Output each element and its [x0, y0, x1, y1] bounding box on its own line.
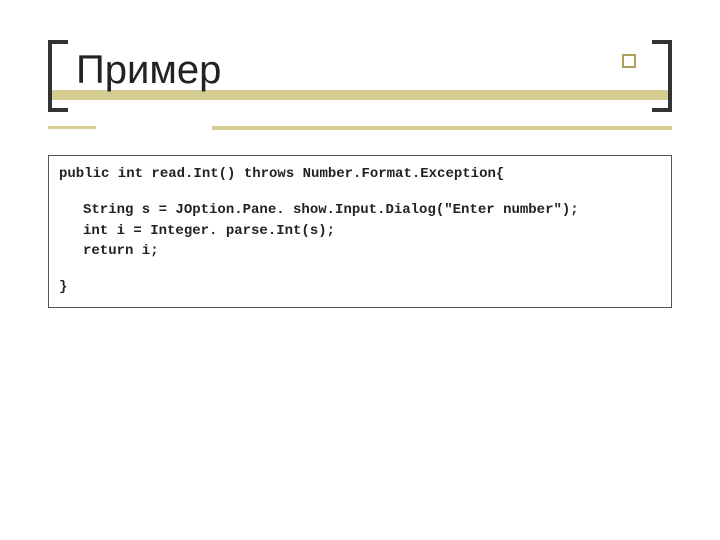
- bracket-right: [652, 40, 672, 112]
- code-line: int i = Integer. parse.Int(s);: [59, 221, 661, 241]
- blank-line: [59, 261, 661, 277]
- code-line: }: [59, 277, 661, 297]
- code-line: String s = JOption.Pane. show.Input.Dial…: [59, 200, 661, 220]
- blank-line: [59, 184, 661, 200]
- code-line: return i;: [59, 241, 661, 261]
- slide-title: Пример: [76, 48, 221, 93]
- code-block: public int read.Int() throws Number.Form…: [48, 155, 672, 308]
- code-line: public int read.Int() throws Number.Form…: [59, 164, 661, 184]
- accent-line-left: [48, 126, 96, 129]
- title-block: Пример: [48, 40, 672, 112]
- accent-square-icon: [622, 54, 636, 68]
- accent-line-right: [212, 126, 672, 130]
- bracket-left: [48, 40, 68, 112]
